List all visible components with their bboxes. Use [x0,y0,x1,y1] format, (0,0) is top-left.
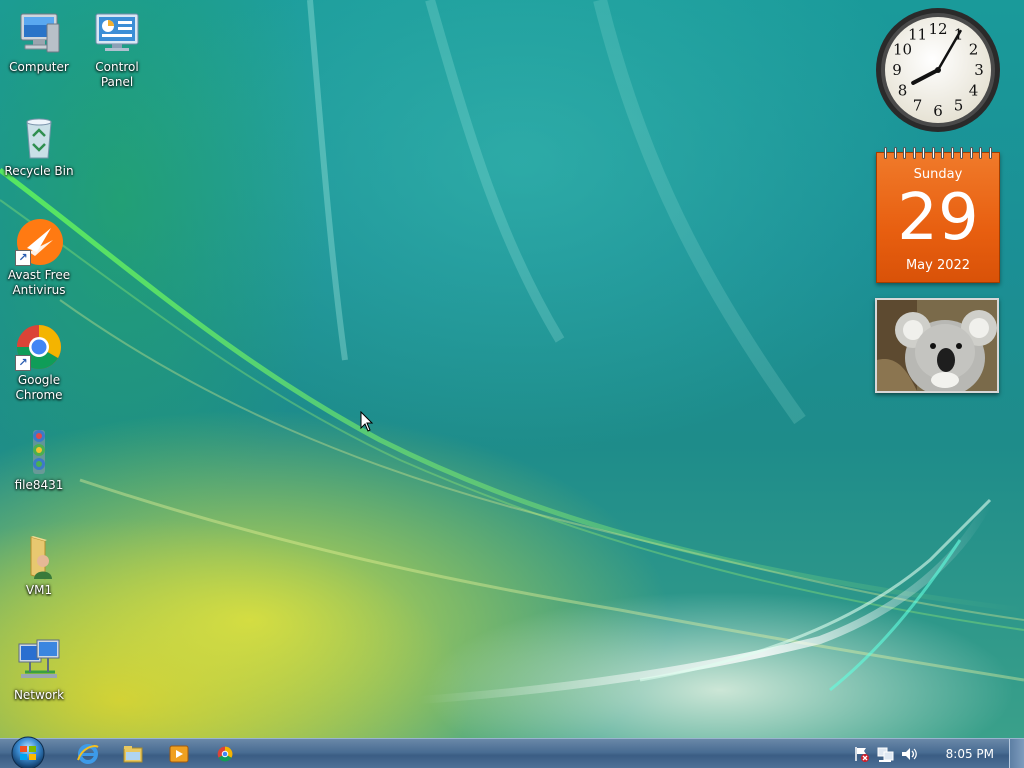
shortcut-arrow-icon: ↗ [15,355,31,371]
calendar-gadget[interactable]: Sunday 29 May 2022 [876,147,1000,283]
network-tray-icon[interactable] [876,745,894,763]
show-desktop-button[interactable] [1009,739,1024,768]
network-icon [15,638,63,686]
system-tray: 8:05 PM [852,739,996,768]
windows-explorer-icon [123,746,143,763]
taskbar-media-player[interactable] [167,743,191,765]
mouse-cursor-icon [360,411,374,432]
desktop-icon-file8431[interactable]: file8431 [1,428,77,493]
clock-numeral: 4 [969,82,979,100]
chrome-icon: ↗ [15,323,63,371]
clock-gadget[interactable]: 121234567891011 [875,7,1001,133]
clock-numeral: 2 [969,41,979,59]
start-orb-icon [11,736,45,768]
desktop-icon-label: VM1 [25,583,53,597]
clock-numeral: 8 [898,82,908,100]
clock-numeral: 5 [954,97,964,115]
start-button[interactable] [8,736,48,768]
slideshow-gadget[interactable] [875,298,999,393]
clock-numeral: 6 [933,102,943,120]
taskbar-windows-explorer[interactable] [121,743,145,765]
clock-numeral: 9 [892,61,902,79]
user-folder-icon [15,533,63,581]
calendar-rings [877,147,999,159]
computer-icon [15,10,63,58]
volume-icon[interactable] [900,745,918,763]
file-icon [15,428,63,476]
taskbar-internet-explorer[interactable] [76,743,100,765]
control-panel-icon [93,10,141,58]
koala-photo [877,300,997,391]
calendar-weekday: Sunday [913,167,963,182]
desktop-icon-label: Google Chrome [15,373,63,402]
desktop-icon-chrome[interactable]: ↗ Google Chrome [1,323,77,403]
action-center-flag-icon[interactable] [852,745,870,763]
media-player-icon [169,745,189,763]
desktop-icon-label: Control Panel [95,60,139,89]
desktop-icon-computer[interactable]: Computer [1,10,77,75]
clock-numeral: 3 [974,61,984,79]
desktop: Computer Control Panel Recycle Bin ↗ Ava… [0,0,1024,738]
internet-explorer-icon [77,744,99,764]
shortcut-arrow-icon: ↗ [15,250,31,266]
desktop-icon-label: file8431 [14,478,64,492]
desktop-icon-label: Computer [9,60,69,74]
calendar-month-year: May 2022 [905,258,971,273]
desktop-icon-control-panel[interactable]: Control Panel [79,10,155,90]
clock-numeral: 7 [913,97,923,115]
wallpaper-streaks [0,0,1024,704]
desktop-icon-label: Recycle Bin [4,164,74,178]
desktop-icon-avast[interactable]: ↗ Avast Free Antivirus [1,218,77,298]
desktop-icon-label: Avast Free Antivirus [7,268,71,297]
taskbar-clock[interactable]: 8:05 PM [946,747,994,761]
taskbar-chrome[interactable] [213,743,237,765]
clock-numeral: 12 [928,20,947,38]
desktop-icon-label: Network [13,688,65,702]
taskbar: 8:05 PM [0,736,1024,768]
avast-icon: ↗ [15,218,63,266]
calendar-date: 29 [897,181,979,255]
desktop-icon-vm1[interactable]: VM1 [1,533,77,598]
desktop-icon-network[interactable]: Network [1,638,77,703]
clock-numeral: 11 [908,26,927,44]
desktop-icon-recycle-bin[interactable]: Recycle Bin [1,114,77,179]
recycle-bin-icon [15,114,63,162]
chrome-icon [217,746,233,762]
